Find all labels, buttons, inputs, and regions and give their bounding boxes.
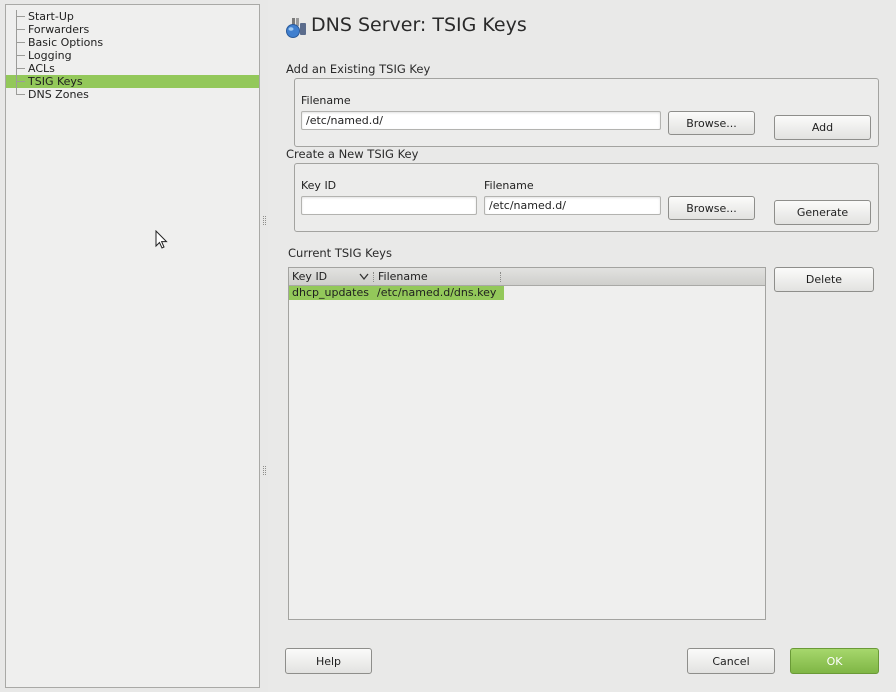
existing-browse-button[interactable]: Browse... [668, 111, 755, 135]
tree-item-label: TSIG Keys [28, 75, 83, 88]
tree-item-label: Basic Options [28, 36, 104, 49]
tree-item-label: Forwarders [28, 23, 90, 36]
navigation-tree[interactable]: Start-Up Forwarders Basic Options Loggin… [5, 4, 260, 688]
tree-item-forwarders[interactable]: Forwarders [6, 23, 259, 37]
dns-server-icon [286, 18, 306, 38]
help-button[interactable]: Help [285, 648, 372, 674]
filename-label: Filename [301, 94, 351, 107]
tsig-keys-table[interactable]: Key ID Filename dhcp_updates /etc/named.… [288, 267, 766, 620]
ok-button[interactable]: OK [790, 648, 879, 674]
table-header: Key ID Filename [289, 268, 765, 286]
page-title: DNS Server: TSIG Keys [311, 14, 527, 36]
generate-button[interactable]: Generate [774, 200, 871, 225]
splitter-handle[interactable] [263, 216, 266, 225]
delete-button[interactable]: Delete [774, 267, 874, 292]
sort-descending-icon [359, 273, 369, 281]
new-browse-button[interactable]: Browse... [668, 196, 755, 220]
table-row[interactable]: dhcp_updates /etc/named.d/dns.key [289, 286, 504, 300]
create-new-group-label: Create a New TSIG Key [286, 147, 419, 161]
tree-item-dns-zones[interactable]: DNS Zones [6, 88, 259, 101]
tree-item-tsig-keys[interactable]: TSIG Keys [6, 75, 259, 89]
column-header-filename[interactable]: Filename [375, 268, 499, 286]
mouse-cursor-icon [155, 230, 168, 249]
tree-item-label: ACLs [28, 62, 55, 75]
existing-filename-input[interactable] [301, 111, 661, 130]
splitter-handle[interactable] [263, 466, 266, 475]
tree-item-acls[interactable]: ACLs [6, 62, 259, 76]
table-cell-key-id: dhcp_updates [292, 286, 369, 299]
tree-item-label: Logging [28, 49, 72, 62]
tree-item-label: Start-Up [28, 10, 74, 23]
current-keys-label: Current TSIG Keys [288, 246, 392, 260]
new-filename-input[interactable] [484, 196, 661, 215]
add-existing-group-label: Add an Existing TSIG Key [286, 62, 431, 76]
table-cell-filename: /etc/named.d/dns.key [377, 286, 497, 299]
tree-item-logging[interactable]: Logging [6, 49, 259, 63]
new-filename-label: Filename [484, 179, 534, 192]
tree-item-basic-options[interactable]: Basic Options [6, 36, 259, 50]
cancel-button[interactable]: Cancel [687, 648, 775, 674]
tree-item-start-up[interactable]: Start-Up [6, 10, 259, 24]
add-button[interactable]: Add [774, 115, 871, 140]
key-id-input[interactable] [301, 196, 477, 215]
tree-item-label: DNS Zones [28, 88, 89, 101]
key-id-label: Key ID [301, 179, 337, 192]
